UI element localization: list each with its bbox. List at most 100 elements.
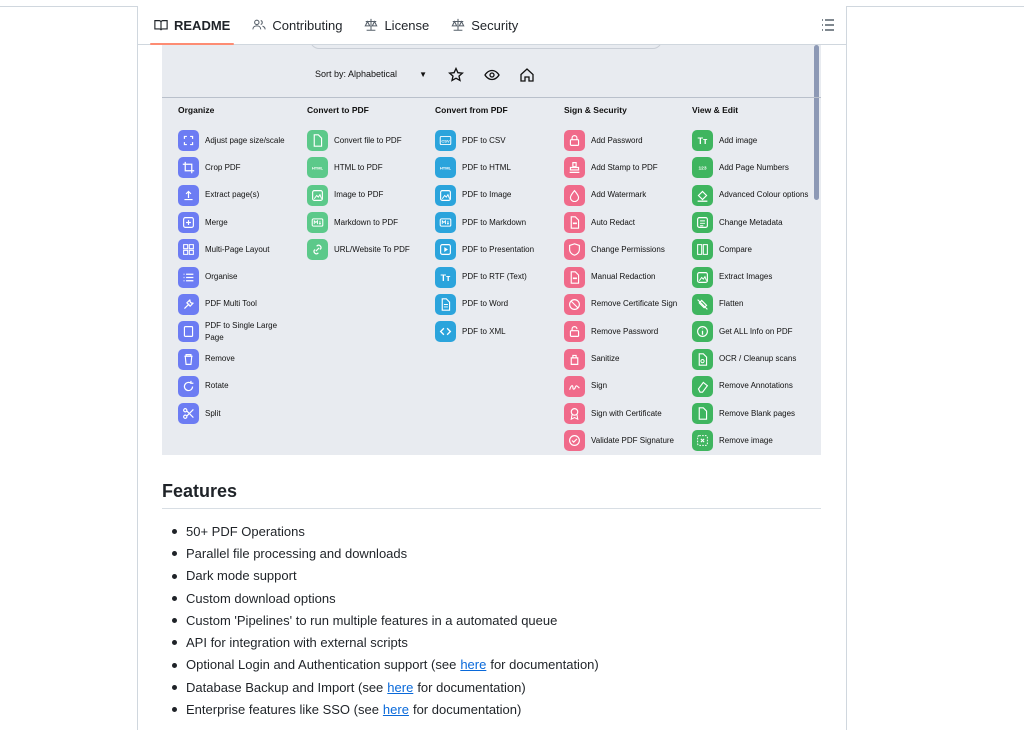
features-list: 50+ PDF Operations Parallel file processi…: [162, 520, 821, 721]
tool-item[interactable]: Multi-Page Layout: [178, 236, 303, 263]
star-icon[interactable]: [448, 67, 464, 83]
tool-item[interactable]: Tт Add image: [692, 127, 817, 154]
shield-icon: [564, 239, 585, 261]
tool-item[interactable]: Change Metadata: [692, 209, 817, 236]
tool-item[interactable]: PDF Multi Tool: [178, 291, 303, 318]
tool-column-security: Sign & Security Add Password Add Stamp to …: [564, 105, 689, 455]
tool-item[interactable]: Remove Blank pages: [692, 400, 817, 427]
tool-item[interactable]: Compare: [692, 236, 817, 263]
eye-icon[interactable]: [484, 67, 500, 83]
documentation-link[interactable]: here: [460, 657, 486, 672]
markdown-icon: [435, 212, 456, 234]
tool-item[interactable]: Remove Password: [564, 318, 689, 345]
documentation-link[interactable]: here: [387, 680, 413, 695]
tool-item[interactable]: Adjust page size/scale: [178, 127, 303, 154]
tool-item[interactable]: Remove Annotations: [692, 373, 817, 400]
tool-item[interactable]: Sanitize: [564, 345, 689, 372]
feature-text-after: for documentation): [490, 657, 599, 673]
documentation-link[interactable]: here: [383, 702, 409, 717]
tool-label: PDF to Image: [462, 190, 512, 200]
home-icon[interactable]: [519, 67, 535, 83]
csv-icon: CSV: [435, 130, 456, 152]
tool-item[interactable]: PDF to XML: [435, 318, 560, 345]
no-sign-icon: [564, 293, 585, 315]
tool-item[interactable]: Image to PDF: [307, 182, 432, 209]
trash-icon: [178, 348, 199, 370]
feature-item: Dark mode support: [162, 565, 821, 587]
crop-icon: [178, 157, 199, 179]
scissors-icon: [178, 403, 199, 425]
tool-label: Merge: [205, 217, 228, 227]
tool-item[interactable]: Convert file to PDF: [307, 127, 432, 154]
tools-icon: [178, 293, 199, 315]
tool-label: PDF to Word: [462, 299, 509, 309]
tool-item[interactable]: Validate PDF Signature: [564, 427, 689, 454]
code-icon: [435, 321, 456, 343]
sort-dropdown[interactable]: Sort by: Alphabetical ▼: [315, 69, 427, 79]
search-bar[interactable]: [310, 45, 662, 49]
tool-label: Compare: [719, 244, 752, 254]
tab-license[interactable]: License: [360, 6, 433, 44]
tool-item[interactable]: URL/Website To PDF: [307, 236, 432, 263]
tool-item[interactable]: PDF to Word: [435, 291, 560, 318]
tool-item[interactable]: Split: [178, 400, 303, 427]
tool-item[interactable]: Remove Certificate Sign: [564, 291, 689, 318]
tool-label: Add Stamp to PDF: [591, 162, 658, 172]
drop-icon: [564, 184, 585, 206]
tool-item[interactable]: Add Stamp to PDF: [564, 154, 689, 181]
link-icon: [307, 239, 328, 261]
tool-label: Convert file to PDF: [334, 135, 402, 145]
list-icon[interactable]: [820, 17, 836, 33]
blank-page-icon: [692, 403, 713, 425]
check-icon: [564, 430, 585, 452]
tool-item[interactable]: Sign with Certificate: [564, 400, 689, 427]
tool-item[interactable]: Organise: [178, 263, 303, 290]
tool-item[interactable]: Merge: [178, 209, 303, 236]
tool-label: Crop PDF: [205, 162, 241, 172]
tool-item[interactable]: HTML PDF to HTML: [435, 154, 560, 181]
tool-item[interactable]: Crop PDF: [178, 154, 303, 181]
tab-contributing[interactable]: Contributing: [248, 6, 346, 44]
book-icon: [154, 20, 168, 31]
tool-item[interactable]: PDF to Presentation: [435, 236, 560, 263]
svg-text:HTML: HTML: [440, 166, 452, 171]
tool-item[interactable]: Add Password: [564, 127, 689, 154]
tool-label: Manual Redaction: [591, 272, 656, 282]
tool-item[interactable]: Extract Images: [692, 263, 817, 290]
tool-item[interactable]: Remove: [178, 345, 303, 372]
tool-item[interactable]: Tт PDF to RTF (Text): [435, 263, 560, 290]
sort-label: Sort by: Alphabetical: [315, 69, 398, 79]
tool-item[interactable]: Add Watermark: [564, 182, 689, 209]
tab-label: License: [384, 17, 430, 33]
tool-item[interactable]: Manual Redaction: [564, 263, 689, 290]
tab-label: Security: [471, 17, 519, 33]
tab-readme[interactable]: README: [150, 6, 235, 45]
tool-item[interactable]: PDF to Markdown: [435, 209, 560, 236]
tool-item[interactable]: Sign: [564, 373, 689, 400]
tool-item[interactable]: Flatten: [692, 291, 817, 318]
tool-item[interactable]: PDF to Image: [435, 182, 560, 209]
tool-item[interactable]: Change Permissions: [564, 236, 689, 263]
tool-item[interactable]: Remove image: [692, 427, 817, 454]
tab-security[interactable]: Security: [447, 6, 522, 44]
tool-label: Add image: [719, 135, 758, 145]
heading-divider: [162, 508, 821, 509]
tool-item[interactable]: Get ALL Info on PDF: [692, 318, 817, 345]
lock-icon: [564, 130, 585, 152]
merge-icon: [178, 212, 199, 234]
tool-item[interactable]: Markdown to PDF: [307, 209, 432, 236]
tool-label: Extract page(s): [205, 190, 260, 200]
image-icon: [307, 184, 328, 206]
tool-item[interactable]: 123 Add Page Numbers: [692, 154, 817, 181]
tool-item[interactable]: Advanced Colour options: [692, 182, 817, 209]
tool-item[interactable]: Extract page(s): [178, 182, 303, 209]
tool-item[interactable]: CSV PDF to CSV: [435, 127, 560, 154]
tool-item[interactable]: PDF to Single Large Page: [178, 318, 303, 345]
column-heading: Convert to PDF: [307, 105, 369, 115]
tool-item[interactable]: OCR / Cleanup scans: [692, 345, 817, 372]
tool-item[interactable]: Rotate: [178, 373, 303, 400]
word-icon: [435, 293, 456, 315]
tool-item[interactable]: HTML HTML to PDF: [307, 154, 432, 181]
metadata-icon: [692, 212, 713, 234]
tool-item[interactable]: Auto Redact: [564, 209, 689, 236]
